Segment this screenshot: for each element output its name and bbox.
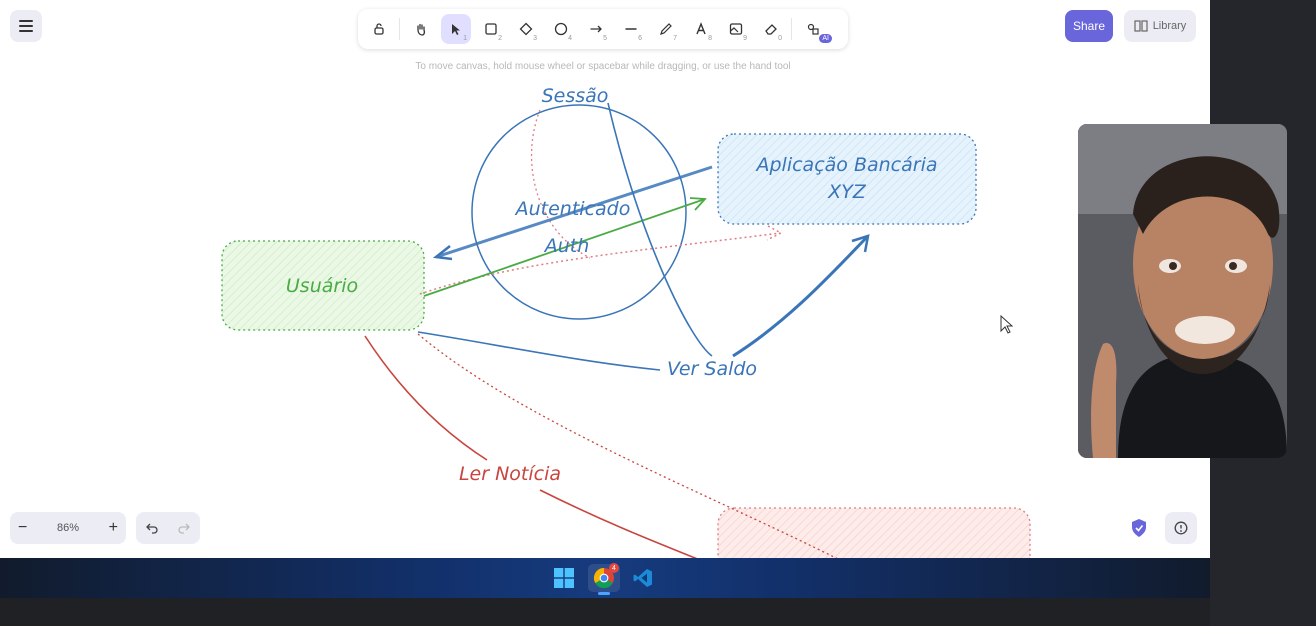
chrome-taskbar-button[interactable]: 4: [588, 563, 620, 595]
vscode-icon: [633, 569, 652, 587]
aplicacao-box[interactable]: [717, 133, 977, 225]
tool-image[interactable]: 9: [721, 14, 751, 44]
tool-key: 9: [743, 35, 747, 42]
red-line-noticia-2[interactable]: [539, 489, 700, 558]
tool-key: 0: [778, 35, 782, 42]
eraser-icon: [765, 24, 777, 35]
label-autenticado[interactable]: Autenticado: [514, 198, 631, 220]
tool-arrow[interactable]: 5: [581, 14, 611, 44]
shapes-toolbar: 1 2 3 4 5 6 7 8 9 0 AI: [358, 9, 848, 49]
windows-logo-icon: [554, 568, 574, 588]
label-sessao[interactable]: Sessão: [542, 85, 609, 107]
encryption-shield-icon[interactable]: [1130, 518, 1148, 538]
dotted-arrow-usuario-aplicacao[interactable]: [419, 232, 781, 295]
tool-diamond[interactable]: 3: [511, 14, 541, 44]
vscode-taskbar-button[interactable]: [627, 564, 659, 592]
toolbar-divider: [399, 18, 400, 40]
pencil-icon: [660, 23, 672, 35]
main-menu-button[interactable]: [10, 10, 42, 42]
toolbar-divider: [791, 18, 792, 40]
tool-key: 8: [708, 35, 712, 42]
pointer-icon: [452, 24, 460, 35]
zoom-controls: − 86% +: [10, 512, 126, 544]
windows-taskbar: 4: [0, 558, 1210, 598]
tool-key: 7: [673, 35, 677, 42]
label-aplicacao-line1[interactable]: Aplicação Bancária: [754, 154, 937, 176]
tool-ellipse[interactable]: 4: [546, 14, 576, 44]
tool-key: 4: [568, 35, 572, 42]
tool-eraser[interactable]: 0: [756, 14, 786, 44]
tool-text[interactable]: 8: [686, 14, 716, 44]
zoom-in-button[interactable]: +: [109, 519, 118, 537]
line-icon: [625, 28, 637, 30]
redo-icon[interactable]: [177, 522, 191, 534]
ellipse-icon: [554, 22, 568, 36]
rectangle-icon: [485, 23, 497, 35]
arrow-icon: [590, 25, 602, 33]
excalidraw-app: Sessão Autenticado Auth Usuário Aplicaçã…: [0, 0, 1210, 558]
label-usuario[interactable]: Usuário: [286, 275, 358, 297]
windows-start-button[interactable]: [548, 564, 580, 592]
tool-key: 2: [498, 35, 502, 42]
tool-selection[interactable]: 1: [441, 14, 471, 44]
hand-icon: [417, 23, 426, 36]
tool-lock[interactable]: [364, 14, 394, 44]
library-label: Library: [1152, 20, 1187, 32]
mouse-cursor: [1000, 314, 1014, 334]
ai-badge: AI: [819, 34, 832, 43]
dotted-arrowhead: [766, 225, 783, 241]
undo-icon[interactable]: [145, 522, 159, 534]
webcam-overlay: [1078, 124, 1287, 458]
lock-icon: [374, 23, 384, 35]
history-controls: [136, 512, 200, 544]
tool-key: 6: [638, 35, 642, 42]
label-auth[interactable]: Auth: [543, 235, 590, 257]
tool-hand[interactable]: [406, 14, 436, 44]
tool-key: 3: [533, 35, 537, 42]
blue-line-ver-saldo[interactable]: [417, 331, 661, 371]
shapes-more-icon: [807, 23, 819, 35]
zoom-out-button[interactable]: −: [18, 519, 27, 537]
tool-extra[interactable]: AI: [798, 14, 832, 44]
help-icon: [1174, 521, 1188, 535]
share-button[interactable]: Share: [1065, 10, 1113, 42]
text-icon: [696, 22, 706, 35]
noticia-box[interactable]: [717, 507, 1031, 558]
tool-draw[interactable]: 7: [651, 14, 681, 44]
library-button[interactable]: Library: [1124, 10, 1196, 42]
hamburger-icon: [19, 20, 33, 32]
blue-arrow-saldo-aplicacao[interactable]: [732, 234, 870, 358]
canvas-hint: To move canvas, hold mouse wheel or spac…: [415, 61, 791, 72]
tool-key: 1: [463, 35, 467, 42]
chrome-notification-badge: 4: [609, 563, 619, 573]
drawing-canvas[interactable]: Sessão Autenticado Auth Usuário Aplicaçã…: [0, 0, 1210, 558]
image-icon: [729, 23, 743, 35]
diamond-icon: [519, 22, 533, 36]
label-ver-saldo[interactable]: Ver Saldo: [667, 358, 757, 380]
tool-key: 5: [603, 35, 607, 42]
label-ler-noticia[interactable]: Ler Notícia: [459, 463, 561, 485]
red-line-noticia[interactable]: [364, 335, 488, 461]
tool-line[interactable]: 6: [616, 14, 646, 44]
presenter-video-icon: [1078, 124, 1287, 458]
help-button[interactable]: [1165, 512, 1197, 544]
library-icon: [1134, 20, 1148, 32]
zoom-level[interactable]: 86%: [57, 522, 79, 534]
label-aplicacao-line2[interactable]: XYZ: [827, 181, 867, 203]
tool-rectangle[interactable]: 2: [476, 14, 506, 44]
